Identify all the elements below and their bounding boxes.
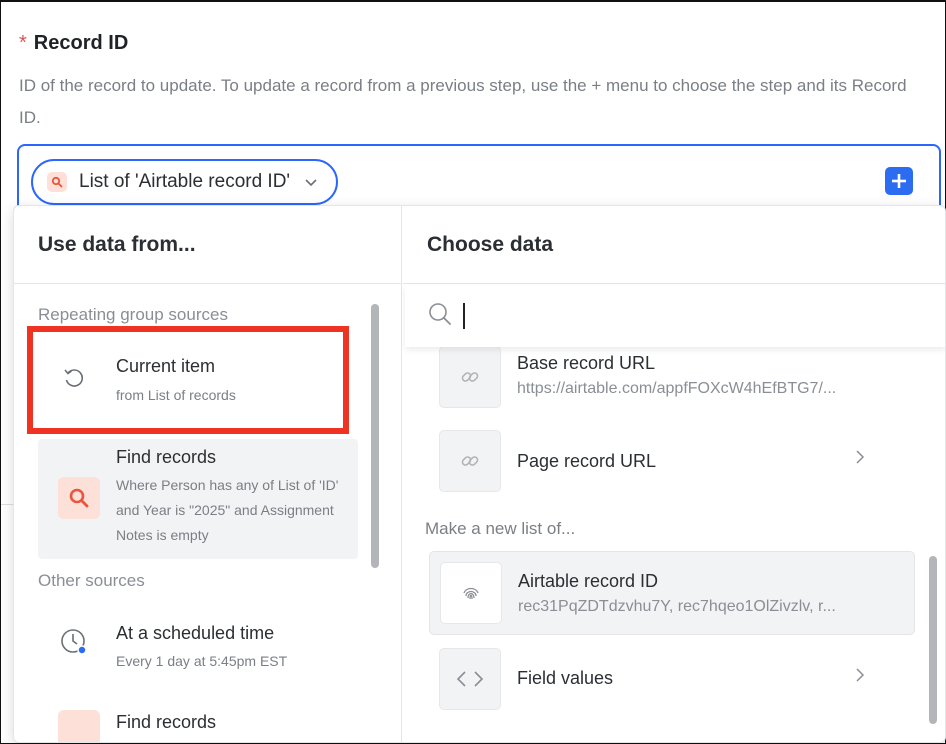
data-item-subtitle: https://airtable.com/appfFOXcW4hEfBTG7/.…: [517, 380, 837, 397]
chevron-right-icon: [853, 450, 867, 464]
source-item-title: Current item: [116, 356, 216, 376]
data-item-title: Field values: [517, 668, 614, 688]
source-item-subtitle: Every 1 day at 5:45pm EST: [116, 653, 288, 669]
section-title-other: Other sources: [38, 571, 145, 590]
source-item-scheduled-time[interactable]: At a scheduled time Every 1 day at 5:45p…: [38, 606, 358, 686]
chevron-right-icon: [853, 668, 867, 682]
search-icon: [58, 477, 100, 519]
plus-icon: [892, 174, 906, 188]
data-item-subtitle: rec31PqZDTdzvhu7Y, rec7hqeo1OlZivzlv, r.…: [518, 598, 836, 615]
record-id-input[interactable]: List of 'Airtable record ID': [17, 144, 941, 214]
data-item-field-values[interactable]: Field values: [429, 638, 915, 722]
field-help-text: ID of the record to update. To update a …: [19, 76, 907, 127]
link-icon: [439, 430, 501, 492]
data-item-page-record-url[interactable]: Page record URL: [429, 420, 915, 504]
field-label: * Record ID: [19, 32, 128, 55]
source-item-title: Find records: [116, 712, 217, 732]
section-title-repeating: Repeating group sources: [38, 305, 228, 324]
window-frame: * Record ID ID of the record to update. T…: [0, 0, 946, 744]
required-marker: *: [19, 32, 27, 54]
link-icon: [439, 346, 501, 408]
section-title-make-list: Make a new list of...: [425, 519, 576, 538]
text-cursor: [463, 303, 465, 329]
loop-icon: [58, 362, 90, 394]
search-icon: [47, 172, 67, 192]
chip-label: List of 'Airtable record ID': [79, 171, 291, 192]
source-item-find-records[interactable]: Find records Where Person has any of Lis…: [38, 439, 358, 559]
search-icon: [427, 301, 453, 332]
choose-data-column: Choose data Base record URL https://airt…: [403, 206, 945, 742]
source-item-title: Find records: [116, 447, 217, 467]
data-item-base-record-url[interactable]: Base record URL https://airtable.com/app…: [429, 336, 915, 420]
code-icon: [439, 648, 501, 710]
data-item-airtable-record-id[interactable]: Airtable record ID rec31PqZDTdzvhu7Y, re…: [429, 551, 915, 635]
insert-data-button[interactable]: [885, 167, 913, 195]
data-item-title: Page record URL: [517, 451, 657, 471]
data-item-title: Airtable record ID: [518, 571, 659, 591]
data-source-column: Use data from... Repeating group sources…: [14, 206, 402, 742]
data-search-bar[interactable]: [405, 285, 945, 347]
fingerprint-icon: [440, 562, 502, 624]
source-item-subtitle: from List of records: [116, 387, 236, 403]
source-item-find-records-2[interactable]: Find records: [38, 706, 358, 742]
left-scrollbar[interactable]: [371, 304, 379, 568]
right-scrollbar[interactable]: [929, 556, 937, 724]
right-column-header: Choose data: [403, 206, 945, 284]
mapped-value-chip[interactable]: List of 'Airtable record ID': [31, 159, 339, 205]
data-picker-dropdown: Use data from... Repeating group sources…: [13, 205, 946, 743]
left-column-header: Use data from...: [14, 206, 401, 284]
source-item-title: At a scheduled time: [116, 623, 275, 643]
clock-icon: [58, 626, 90, 658]
search-icon: [58, 710, 100, 742]
source-item-current-item[interactable]: Current item from List of records: [38, 326, 358, 434]
chevron-down-icon[interactable]: [302, 173, 320, 191]
data-item-title: Base record URL: [517, 353, 656, 373]
source-item-subtitle: Where Person has any of List of 'ID' and…: [116, 477, 339, 543]
field-label-text: Record ID: [33, 32, 129, 54]
